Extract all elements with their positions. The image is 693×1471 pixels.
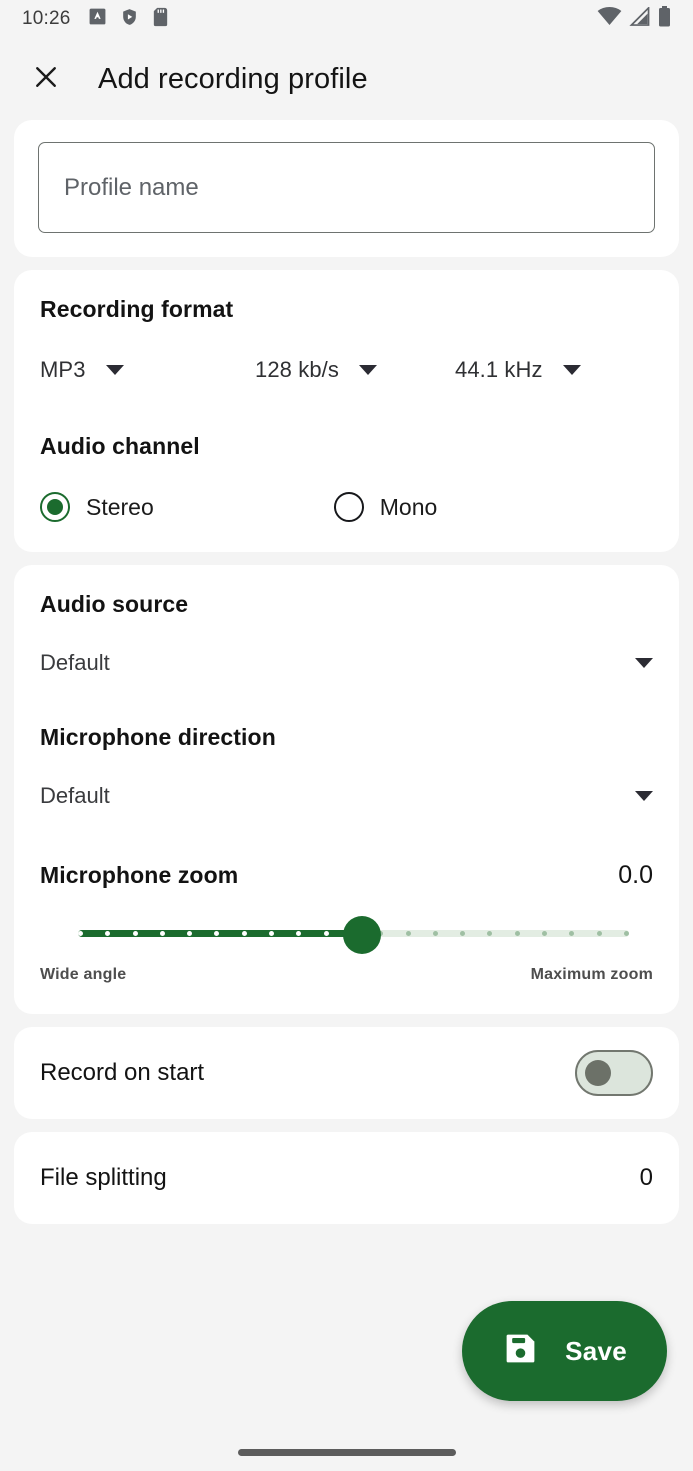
slider-tick [214,931,220,936]
slider-tick [623,931,629,936]
radio-unselected-icon [333,492,364,522]
audio-source-dropdown[interactable]: Default [40,650,653,676]
file-splitting-row[interactable]: File splitting 0 [40,1132,653,1224]
app-badge-icon [88,7,107,31]
microphone-zoom-title: Microphone zoom [40,862,239,888]
microphone-zoom-header: Microphone zoom 0.0 [40,861,653,890]
format-dropdown-row: MP3 128 kb/s 44.1 kHz [40,357,653,383]
slider-tick [132,931,138,936]
status-left-icons [88,7,169,32]
slider-tick [432,931,438,936]
bitrate-dropdown[interactable]: 128 kb/s [255,357,455,383]
slider-tick [460,931,466,936]
close-button[interactable] [26,59,66,99]
recording-format-card: Recording format MP3 128 kb/s 44.1 kHz A… [14,270,679,552]
format-dropdown[interactable]: MP3 [40,357,255,383]
profile-name-card: Profile name [14,120,679,257]
file-splitting-label: File splitting [40,1164,167,1191]
chevron-down-icon [358,365,377,375]
record-on-start-toggle[interactable] [575,1050,653,1096]
radio-option-stereo[interactable]: Stereo [40,492,154,522]
slider-tick [569,931,575,936]
close-icon [31,62,61,97]
status-right-icons [597,5,671,32]
radio-option-mono[interactable]: Mono [333,492,438,522]
wifi-icon [597,7,622,31]
slider-tick [596,931,602,936]
radio-selected-icon [40,492,70,522]
app-bar: Add recording profile [0,38,693,120]
slider-tick [323,931,329,936]
file-splitting-card: File splitting 0 [14,1132,679,1224]
save-button[interactable]: Save [462,1301,667,1401]
slider-tick [405,931,411,936]
profile-name-placeholder: Profile name [64,173,199,201]
slider-tick [269,931,275,936]
slider-captions: Wide angle Maximum zoom [40,966,653,984]
samplerate-dropdown-value: 44.1 kHz [455,357,543,382]
audio-settings-card: Audio source Default Microphone directio… [14,565,679,1014]
audio-channel-title: Audio channel [40,433,200,459]
microphone-direction-title: Microphone direction [40,724,276,750]
status-time: 10:26 [22,8,71,29]
slider-tick [78,931,83,936]
slider-min-label: Wide angle [40,966,127,983]
battery-icon [658,6,671,32]
page-title: Add recording profile [98,62,368,95]
bitrate-dropdown-value: 128 kb/s [255,357,339,382]
radio-label-stereo: Stereo [86,493,154,520]
status-bar: 10:26 [0,0,693,38]
slider-tick [542,931,548,936]
toggle-knob [585,1060,611,1086]
gesture-bar[interactable] [237,1449,456,1456]
slider-tick [241,931,247,936]
microphone-zoom-value: 0.0 [618,861,653,889]
audio-source-title: Audio source [40,591,189,617]
samplerate-dropdown[interactable]: 44.1 kHz [455,357,581,383]
microphone-direction-value: Default [40,783,110,808]
chevron-down-icon [562,365,581,375]
chevron-down-icon [105,365,124,375]
slider-thumb[interactable] [342,916,381,954]
chevron-down-icon [635,791,653,801]
audio-source-value: Default [40,650,110,675]
slider-tick [187,931,193,936]
slider-tick [105,931,111,936]
recording-format-title: Recording format [40,296,234,322]
save-button-label: Save [565,1335,627,1366]
file-splitting-value: 0 [639,1164,653,1191]
slider-tick [296,931,302,936]
profile-name-input[interactable]: Profile name [38,142,655,233]
save-icon [502,1330,539,1372]
slider-max-label: Maximum zoom [530,966,653,983]
slider-tick [514,931,520,936]
slider-tick [159,931,165,936]
format-dropdown-value: MP3 [40,357,86,382]
slider-tick [487,931,493,936]
record-on-start-label: Record on start [40,1059,205,1086]
settings-scroll-area: Profile name Recording format MP3 128 kb… [0,120,693,1224]
signal-icon [629,5,651,31]
record-on-start-card: Record on start [14,1027,679,1119]
radio-label-mono: Mono [379,493,438,520]
microphone-zoom-slider[interactable] [40,906,653,960]
shield-play-icon [120,7,139,32]
record-on-start-row[interactable]: Record on start [40,1027,653,1119]
audio-channel-options: Stereo Mono [40,492,653,522]
microphone-direction-dropdown[interactable]: Default [40,783,653,809]
sd-card-icon [152,7,169,32]
chevron-down-icon [635,658,653,668]
